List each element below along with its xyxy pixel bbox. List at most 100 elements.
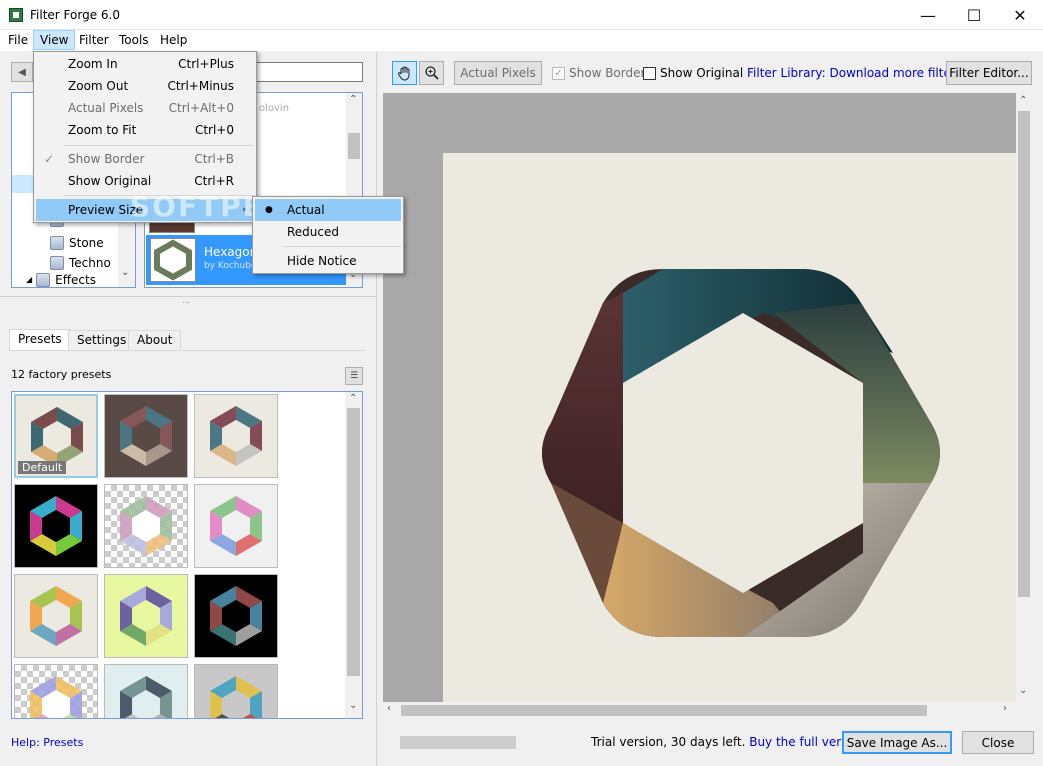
back-button[interactable]: ◀: [11, 62, 33, 82]
folder-icon: [50, 236, 64, 250]
preset-hexagon-image: [30, 586, 82, 646]
show-original-checkbox[interactable]: Show Original: [643, 66, 743, 80]
hexagon-icon: [154, 239, 192, 281]
tab-about[interactable]: About: [128, 330, 182, 350]
title-bar: Filter Forge 6.0 — ☐ ✕: [0, 0, 1043, 30]
menu-zoom-out[interactable]: Zoom Out Ctrl+Minus: [36, 75, 254, 97]
left-arrow-icon: ◀: [18, 66, 26, 78]
preset-thumbnail[interactable]: [104, 394, 188, 478]
preset-thumbnail[interactable]: [104, 664, 188, 718]
preset-thumbnail[interactable]: [104, 574, 188, 658]
radio-dot-icon: ●: [265, 205, 273, 215]
tab-presets[interactable]: Presets: [9, 329, 71, 350]
list-icon: ☰: [349, 371, 359, 381]
menu-filter[interactable]: Filter: [73, 30, 115, 50]
show-border-checkbox[interactable]: ✓ Show Border: [552, 66, 645, 80]
actual-pixels-button[interactable]: Actual Pixels: [454, 61, 542, 85]
preset-thumbnail[interactable]: [14, 574, 98, 658]
preset-thumbnail[interactable]: [104, 484, 188, 568]
save-image-button[interactable]: Save Image As...: [842, 731, 952, 754]
chevron-left-icon: ‹: [387, 703, 391, 714]
submenu-reduced[interactable]: Reduced: [255, 221, 401, 243]
download-filters-link[interactable]: Download more filters: [829, 66, 962, 80]
window-title: Filter Forge 6.0: [30, 8, 120, 22]
menu-bar: File View Filter Tools Help: [0, 30, 1043, 51]
trial-status: Trial version, 30 days left. Buy the ful…: [591, 735, 871, 749]
tab-divider: [9, 350, 365, 351]
menu-actual-pixels[interactable]: Actual Pixels Ctrl+Alt+0: [36, 97, 254, 119]
close-button[interactable]: Close: [962, 731, 1034, 754]
close-window-button[interactable]: ✕: [997, 0, 1043, 30]
preset-thumbnail[interactable]: [194, 664, 278, 718]
preset-scrollbar[interactable]: ⌃ ⌄: [345, 392, 362, 718]
chevron-right-icon: ›: [1003, 703, 1007, 714]
presets-count: 12 factory presets: [11, 368, 112, 381]
checkbox-checked-icon: ✓: [552, 66, 565, 80]
progress-bar: [400, 736, 516, 749]
presets-menu-button[interactable]: ☰: [345, 367, 363, 385]
preset-hexagon-image: [120, 496, 172, 556]
preset-thumbnail[interactable]: [194, 484, 278, 568]
scroll-thumb[interactable]: [401, 705, 927, 716]
filter-library-label: Filter Library: Download more filters: [747, 66, 963, 80]
hand-tool-button[interactable]: [392, 61, 417, 85]
zoom-tool-button[interactable]: [419, 61, 444, 85]
menu-file[interactable]: File: [2, 30, 34, 50]
chevron-up-icon: ⌃: [1019, 95, 1028, 106]
menu-view[interactable]: View: [33, 30, 76, 50]
chevron-down-icon: ⌄: [349, 700, 358, 711]
help-presets-link[interactable]: Help: Presets: [11, 736, 83, 749]
submenu-actual[interactable]: ● Actual: [255, 199, 401, 221]
tab-settings[interactable]: Settings: [68, 330, 136, 350]
checkmark-icon: ✓: [44, 152, 55, 166]
filter-name: Hexagon: [204, 245, 258, 259]
preset-hexagon-image: [210, 406, 262, 466]
filter-author-label: olovin: [259, 103, 290, 114]
chevron-up-icon: ⌃: [349, 94, 358, 105]
preset-thumbnail[interactable]: [14, 484, 98, 568]
preview-vscrollbar[interactable]: ⌃ ⌄: [1016, 93, 1032, 702]
preset-thumbnail[interactable]: [194, 574, 278, 658]
app-icon: [9, 8, 23, 22]
preview-size-submenu: ● Actual Reduced Hide Notice: [252, 196, 404, 274]
folder-icon: [36, 273, 51, 287]
preset-hexagon-image: [210, 676, 262, 718]
preset-thumbnail[interactable]: [194, 394, 278, 478]
preview-canvas: [443, 153, 1017, 702]
preset-hexagon-image: [210, 496, 262, 556]
default-badge: Default: [18, 461, 67, 474]
menu-zoom-to-fit[interactable]: Zoom to Fit Ctrl+0: [36, 119, 254, 141]
preset-hexagon-image: [120, 586, 172, 646]
maximize-button[interactable]: ☐: [951, 0, 997, 30]
preset-default[interactable]: Default: [14, 394, 98, 478]
preset-hexagon-image: [210, 586, 262, 646]
checkbox-icon: [643, 66, 656, 80]
submenu-hide-notice[interactable]: Hide Notice: [255, 250, 401, 272]
filter-editor-button[interactable]: Filter Editor...: [946, 61, 1032, 85]
menu-separator: [283, 246, 401, 247]
scroll-thumb[interactable]: [347, 408, 360, 676]
grip-icon: ⋯: [182, 298, 190, 307]
tree-item-techno[interactable]: Techno: [50, 253, 111, 273]
chevron-up-icon: ⌃: [349, 393, 358, 404]
preset-hexagon-image: [120, 676, 172, 718]
horizontal-splitter[interactable]: ⋯: [0, 296, 376, 307]
hexagon-preview-image: [542, 269, 940, 637]
preview-hscrollbar[interactable]: ‹ ›: [383, 702, 1017, 719]
preset-hexagon-image: [30, 496, 82, 556]
preset-grid: Default ⌃ ⌄: [11, 391, 363, 719]
minimize-button[interactable]: —: [905, 0, 951, 30]
menu-tools[interactable]: Tools: [113, 30, 155, 50]
hand-icon: [397, 66, 409, 81]
preset-hexagon-image: [30, 676, 82, 718]
menu-help[interactable]: Help: [154, 30, 193, 50]
scroll-thumb[interactable]: [348, 133, 360, 159]
preset-thumbnail[interactable]: [14, 664, 98, 718]
tree-item-effects[interactable]: ◢ Effects: [26, 273, 96, 287]
scroll-thumb[interactable]: [1018, 111, 1030, 597]
menu-zoom-in[interactable]: Zoom In Ctrl+Plus: [36, 53, 254, 75]
tree-item-stone[interactable]: Stone: [50, 233, 104, 253]
menu-show-original[interactable]: Show Original Ctrl+R: [36, 170, 254, 192]
menu-show-border[interactable]: ✓ Show Border Ctrl+B: [36, 148, 254, 170]
folder-icon: [50, 256, 64, 270]
